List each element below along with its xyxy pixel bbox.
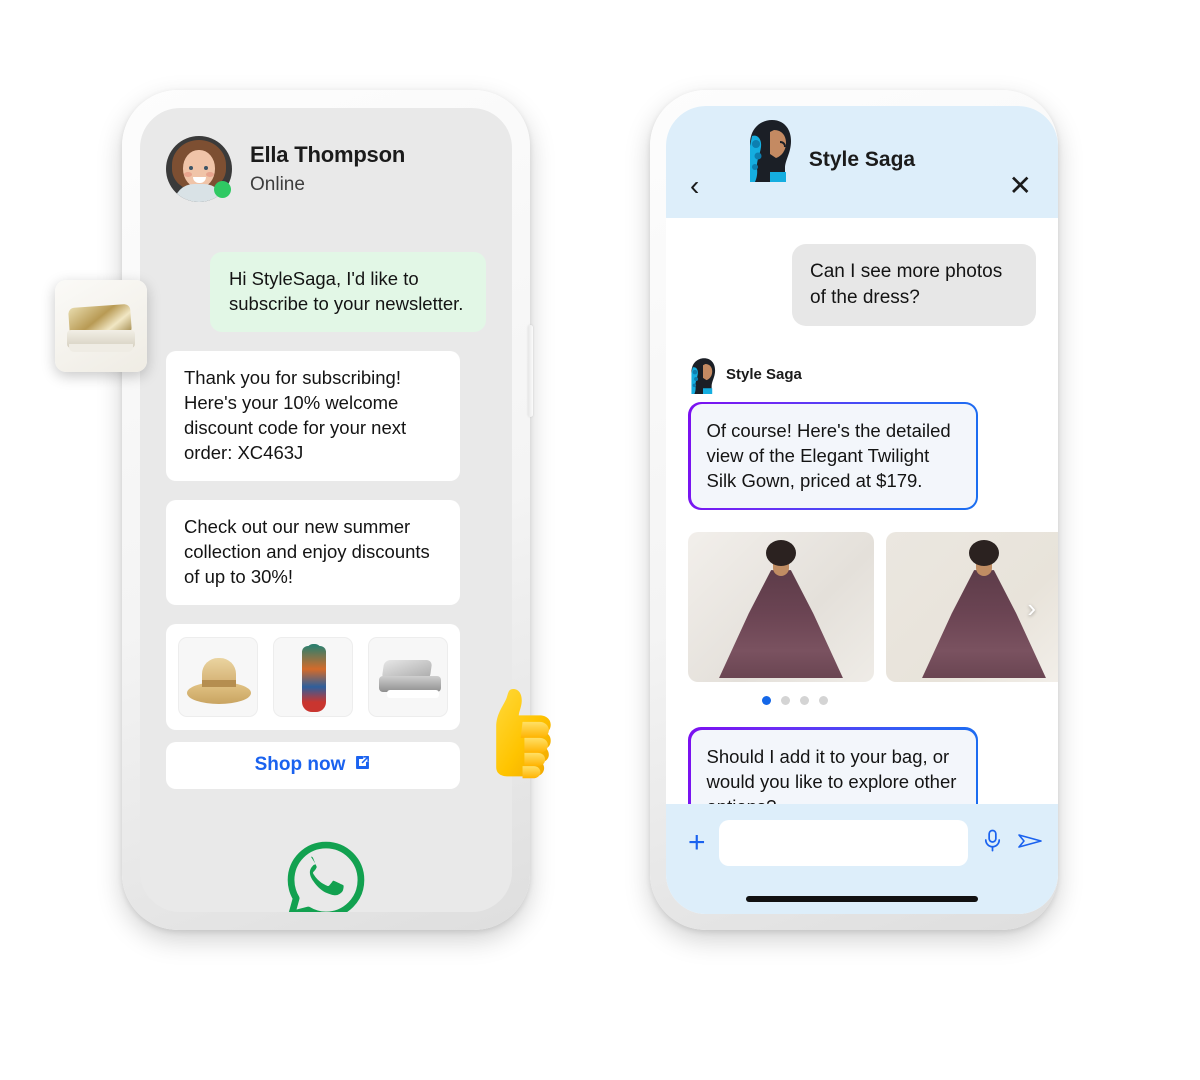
message-bubble-user: Can I see more photos of the dress? bbox=[792, 244, 1036, 326]
carousel-dot-2[interactable] bbox=[781, 696, 790, 706]
screenshot-stage: Ella Thompson Online Hi StyleSaga, I'd l… bbox=[0, 0, 1200, 1080]
chat-contact-header: Ella Thompson Online bbox=[140, 108, 512, 202]
contact-status: Online bbox=[250, 174, 305, 195]
bot-avatar-small bbox=[688, 356, 718, 394]
right-phone-mockup: ‹ Style Saga ✕ Can I see more photos of … bbox=[650, 90, 1058, 930]
product-thumb-dress[interactable] bbox=[273, 636, 353, 717]
shop-now-button[interactable]: Shop now bbox=[166, 741, 460, 789]
whatsapp-logo-icon bbox=[166, 837, 486, 912]
message-list: Hi StyleSaga, I'd like to subscribe to y… bbox=[140, 202, 512, 912]
message-bubble-outgoing: Hi StyleSaga, I'd like to subscribe to y… bbox=[210, 252, 486, 332]
bot-avatar-header bbox=[744, 116, 796, 182]
bot-name-title: Style Saga bbox=[808, 148, 916, 171]
chevron-right-icon[interactable]: › bbox=[1027, 595, 1036, 621]
contact-name: Ella Thompson bbox=[250, 142, 406, 167]
microphone-icon[interactable] bbox=[981, 828, 1004, 859]
floating-product-thumbnail[interactable] bbox=[55, 280, 147, 372]
left-phone-screen: Ella Thompson Online Hi StyleSaga, I'd l… bbox=[140, 108, 512, 912]
carousel-slide-front[interactable] bbox=[688, 532, 874, 683]
carousel-dot-3[interactable] bbox=[800, 696, 809, 706]
bot-sender-label: Style Saga bbox=[726, 366, 802, 384]
message-bubble-bot-text: Of course! Here's the detailed view of t… bbox=[690, 404, 976, 508]
right-phone-screen: ‹ Style Saga ✕ Can I see more photos of … bbox=[666, 106, 1058, 914]
product-image-carousel[interactable]: › bbox=[666, 532, 1058, 683]
online-status-dot bbox=[214, 181, 231, 198]
bot-sender-row: Style Saga bbox=[688, 356, 1058, 394]
message-input[interactable] bbox=[718, 820, 968, 866]
home-indicator-bar bbox=[746, 896, 978, 902]
carousel-dot-1[interactable] bbox=[762, 696, 771, 706]
avatar bbox=[166, 136, 232, 202]
plus-icon[interactable]: + bbox=[688, 828, 706, 858]
product-thumbnail-row bbox=[166, 623, 460, 730]
bot-message-list: Can I see more photos of the dress? Styl… bbox=[666, 218, 1058, 836]
send-paper-plane-icon[interactable] bbox=[1017, 829, 1043, 858]
carousel-dots bbox=[762, 696, 1058, 706]
chevron-left-icon[interactable]: ‹ bbox=[690, 172, 699, 200]
bot-chat-header: ‹ Style Saga ✕ bbox=[666, 106, 1058, 218]
message-bubble-incoming: Check out our new summer collection and … bbox=[166, 499, 460, 605]
carousel-dot-4[interactable] bbox=[819, 696, 828, 706]
product-thumb-hat[interactable] bbox=[178, 636, 258, 717]
phone-side-button[interactable] bbox=[528, 325, 533, 417]
thumbs-up-emoji bbox=[468, 682, 562, 790]
close-x-icon[interactable]: ✕ bbox=[1009, 172, 1032, 200]
message-bubble-bot: Of course! Here's the detailed view of t… bbox=[688, 401, 978, 511]
external-link-icon bbox=[354, 754, 371, 777]
left-phone-mockup: Ella Thompson Online Hi StyleSaga, I'd l… bbox=[122, 90, 533, 930]
shop-now-label: Shop now bbox=[254, 754, 346, 776]
product-thumb-sandals[interactable] bbox=[368, 636, 448, 717]
message-bubble-incoming: Thank you for subscribing! Here's your 1… bbox=[166, 350, 460, 481]
